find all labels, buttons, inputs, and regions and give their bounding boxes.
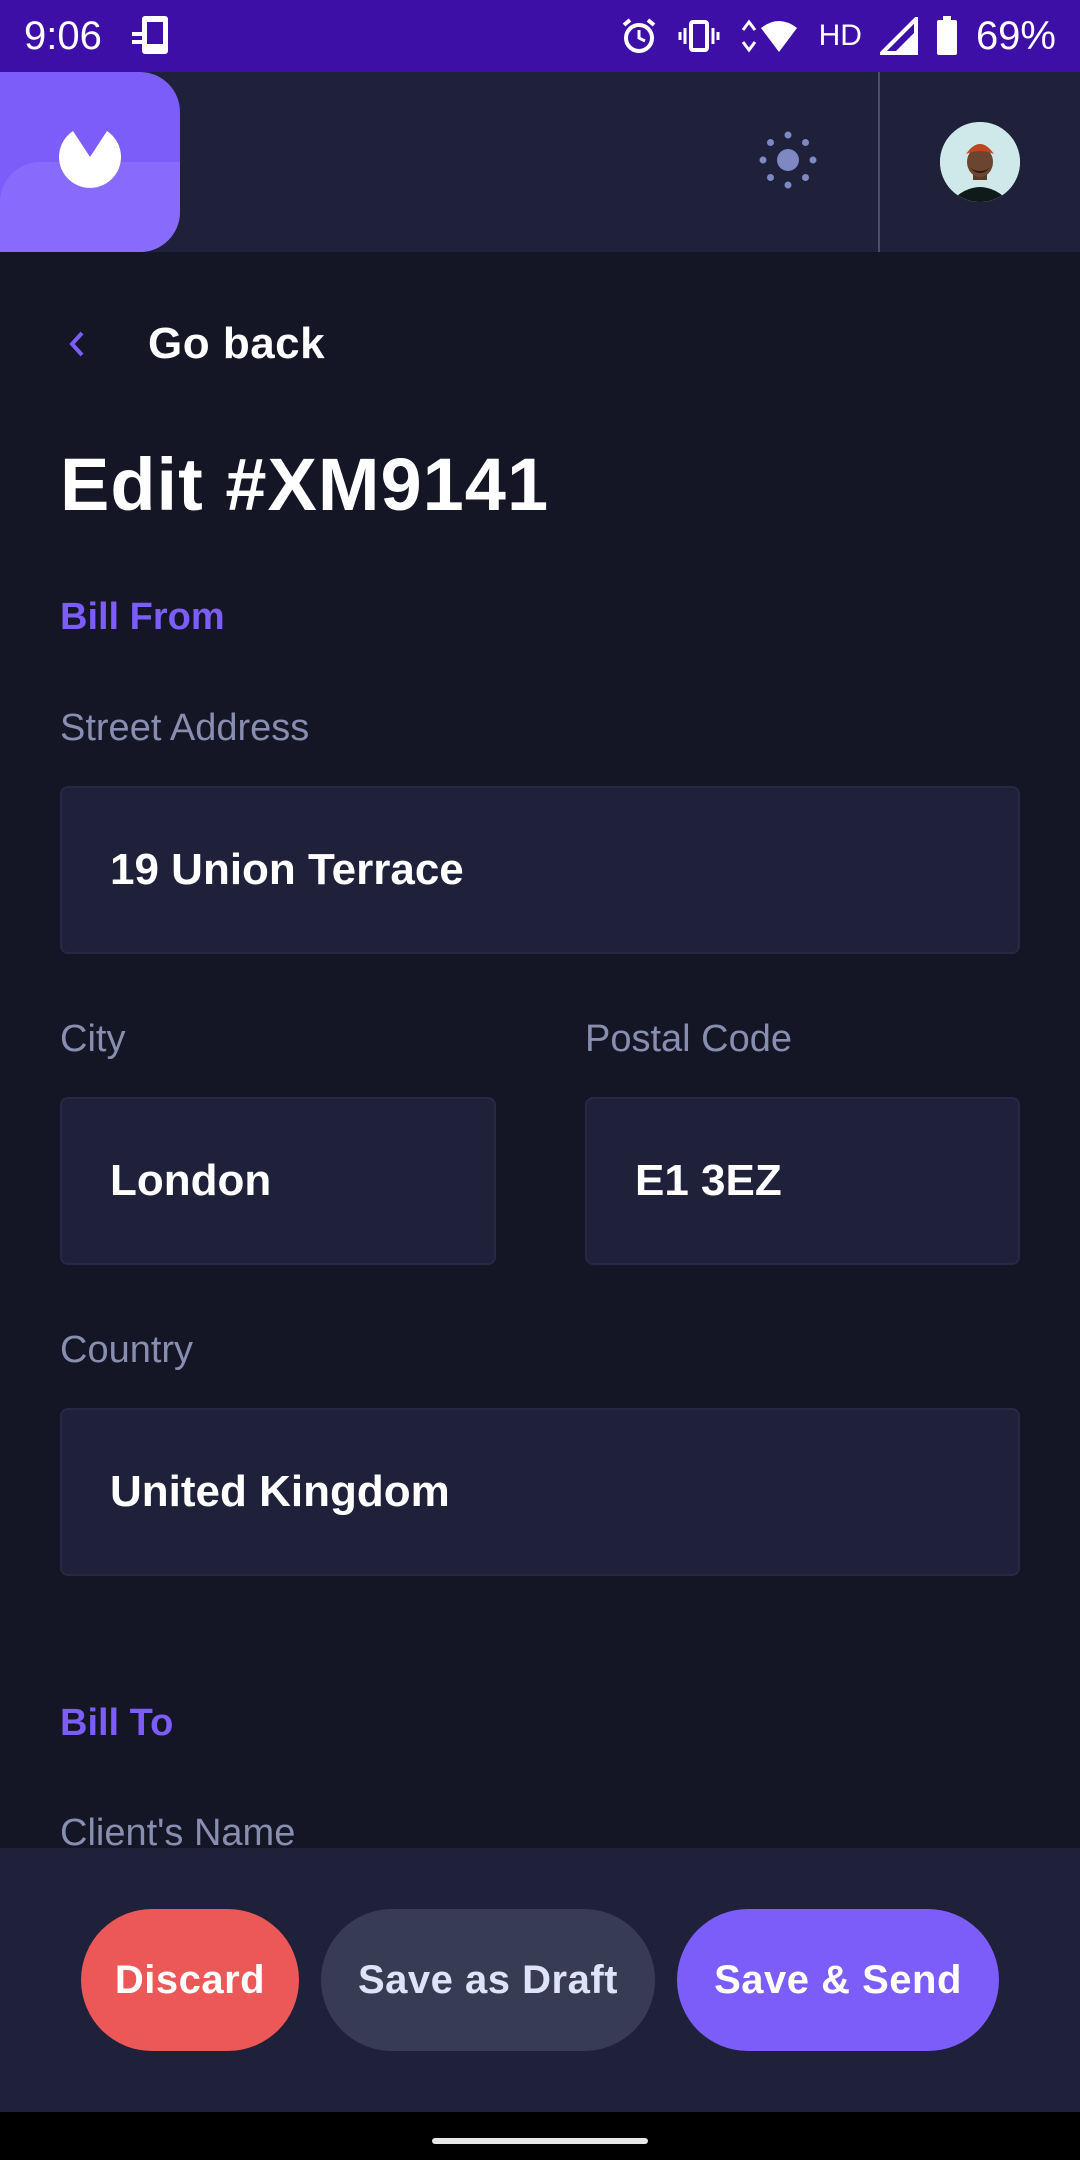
- screen: 9:06 HD 69% Go back Edit #XM9141 Bill Fr…: [0, 0, 1080, 2160]
- go-back-link[interactable]: Go back: [60, 314, 325, 374]
- page-title: Edit #XM9141: [60, 443, 550, 526]
- country-field[interactable]: United Kingdom: [60, 1408, 1020, 1576]
- system-nav-bar: [0, 2112, 1080, 2160]
- device-icon: [130, 14, 176, 58]
- wifi-icon: [739, 16, 801, 56]
- go-back-label: Go back: [148, 319, 326, 368]
- bill-to-heading: Bill To: [60, 1702, 174, 1744]
- street-address-label: Street Address: [60, 707, 310, 749]
- discard-button[interactable]: Discard: [81, 1909, 299, 2051]
- vibrate-icon: [677, 16, 721, 56]
- network-type: HD: [818, 19, 862, 52]
- app-header: [0, 72, 1080, 252]
- signal-icon: [879, 17, 918, 55]
- status-icons: HD 69%: [619, 14, 1056, 59]
- save-as-draft-button[interactable]: Save as Draft: [321, 1909, 655, 2051]
- alarm-icon: [619, 16, 659, 56]
- country-label: Country: [60, 1329, 194, 1371]
- postal-code-field[interactable]: E1 3EZ: [585, 1097, 1020, 1265]
- city-label: City: [60, 1018, 126, 1060]
- save-and-send-button[interactable]: Save & Send: [677, 1909, 999, 2051]
- chevron-left-icon: [66, 329, 88, 359]
- header-divider: [878, 72, 880, 252]
- battery-icon: [936, 16, 958, 56]
- status-time: 9:06: [24, 13, 102, 58]
- app-logo-icon: [58, 130, 121, 194]
- form-action-bar: Discard Save as Draft Save & Send: [0, 1848, 1080, 2112]
- status-bar: 9:06 HD 69%: [0, 0, 1080, 72]
- logo-button[interactable]: [0, 72, 180, 252]
- user-avatar[interactable]: [940, 122, 1020, 202]
- postal-code-label: Postal Code: [585, 1018, 793, 1060]
- bill-from-heading: Bill From: [60, 596, 225, 638]
- city-field[interactable]: London: [60, 1097, 496, 1265]
- theme-toggle-button[interactable]: [756, 130, 820, 194]
- sun-icon: [758, 130, 818, 195]
- home-gesture-handle[interactable]: [432, 2138, 648, 2144]
- battery-level: 69%: [975, 13, 1056, 58]
- street-address-field[interactable]: 19 Union Terrace: [60, 786, 1020, 954]
